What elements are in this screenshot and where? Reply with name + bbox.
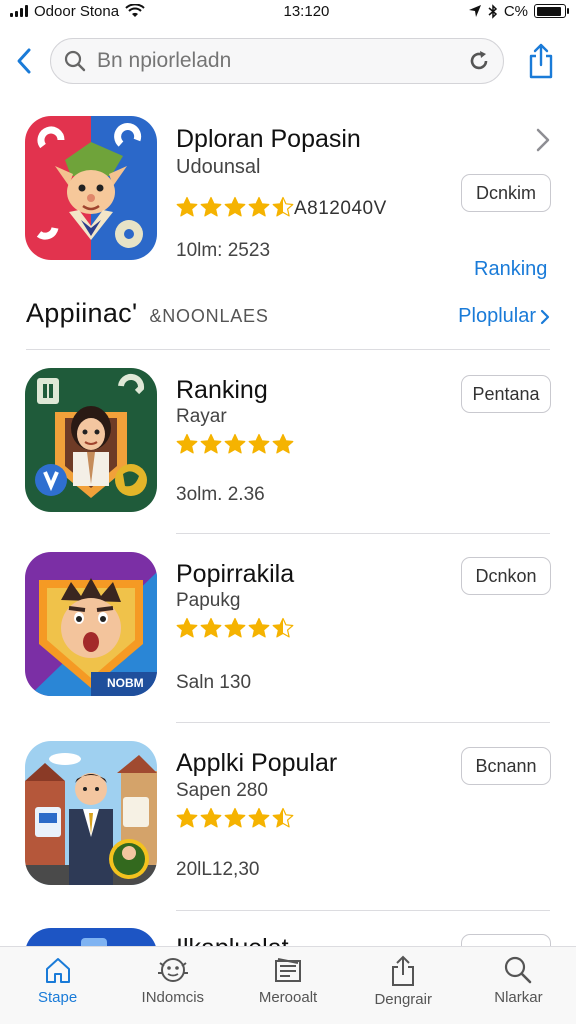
star-icon — [200, 807, 222, 828]
wifi-icon — [125, 4, 145, 17]
tab-home[interactable]: Stape — [0, 947, 115, 1024]
share-icon — [529, 43, 553, 79]
app-subtitle: Sapen 280 — [176, 780, 268, 801]
star-icon — [248, 807, 270, 828]
surprised-character-icon — [25, 552, 157, 696]
elf-character-icon — [25, 116, 157, 260]
battery-icon — [534, 4, 569, 18]
row-divider — [176, 533, 550, 534]
popular-link[interactable]: Ploplular — [458, 305, 550, 328]
star-icon — [272, 617, 294, 638]
row-divider — [176, 722, 550, 723]
star-icon — [224, 433, 246, 454]
games-icon — [157, 958, 188, 982]
tab-search[interactable]: Nlarkar — [461, 947, 576, 1024]
battery-text: C% — [503, 2, 528, 20]
location-icon — [468, 5, 481, 17]
app-subtitle: Papukg — [176, 590, 241, 611]
star-icon — [200, 433, 222, 454]
app-icon-applki-popular[interactable] — [25, 741, 157, 885]
app-subtitle: Rayar — [176, 406, 227, 427]
app-rating-stars — [176, 807, 294, 829]
share-button[interactable] — [526, 41, 556, 81]
section-title: Appiinac' — [26, 298, 138, 328]
featured-rating-text: A812040V — [294, 198, 387, 219]
nav-bar — [0, 36, 576, 86]
app-meta: 3olm. 2.36 — [176, 484, 265, 505]
refresh-icon[interactable] — [467, 49, 491, 73]
carrier-name: Odoor Stona — [34, 2, 120, 20]
home-icon — [45, 958, 70, 983]
tab-updates[interactable]: Dengrair — [346, 947, 461, 1024]
chevron-right-icon — [540, 309, 550, 324]
tab-label: Dengrair — [374, 991, 432, 1008]
star-icon — [272, 433, 294, 454]
updates-icon — [392, 955, 415, 986]
battery-level — [536, 6, 561, 16]
search-box[interactable] — [50, 38, 504, 84]
star-icon — [176, 617, 198, 638]
status-time: 13:120 — [283, 2, 330, 20]
star-icon — [200, 617, 222, 638]
woman-character-icon — [25, 368, 157, 512]
app-rating-stars — [176, 617, 294, 639]
tab-label: Merooalt — [258, 989, 318, 1006]
section-badge: &NOONLAES — [149, 306, 269, 326]
section-divider — [26, 349, 550, 350]
row-divider — [176, 910, 550, 911]
status-left: Odoor Stona — [10, 3, 145, 20]
featured-app-icon[interactable] — [25, 116, 157, 260]
tab-label: INdomcis — [141, 989, 205, 1006]
star-icon — [224, 807, 246, 828]
featured-chevron-right-icon[interactable] — [536, 128, 550, 157]
search-input[interactable] — [97, 49, 467, 73]
tab-label: Nlarkar — [494, 989, 543, 1006]
star-icon — [176, 807, 198, 828]
star-icon — [224, 617, 246, 638]
apps-icon — [275, 958, 301, 982]
back-button[interactable] — [12, 41, 36, 81]
star-icon — [248, 433, 270, 454]
bluetooth-icon — [488, 3, 497, 19]
app-get-button[interactable]: Dcnkon — [461, 557, 551, 595]
star-icon — [176, 433, 198, 454]
app-icon-badge: NOBM — [107, 676, 144, 690]
star-icon — [200, 196, 222, 217]
app-title[interactable]: Ranking — [176, 376, 268, 405]
star-icon — [248, 196, 270, 217]
search-icon — [64, 50, 86, 72]
ranking-link[interactable]: Ranking — [474, 258, 547, 281]
app-get-button[interactable]: Bcnann — [461, 747, 551, 785]
tab-label: Stape — [38, 989, 78, 1006]
featured-rating-stars — [176, 196, 294, 218]
tab-apps[interactable]: Merooalt — [230, 947, 345, 1024]
app-meta: Saln 130 — [176, 672, 252, 693]
featured-app-title[interactable]: Dploran Popasin — [176, 125, 361, 154]
search-icon — [505, 956, 532, 984]
tab-bar: Stape INdomcis Merooalt Dengrair Nlarkar — [0, 946, 576, 1024]
status-bar: Odoor Stona 13:120 C% — [0, 0, 576, 22]
section-header: Appiinac' &NOONLAES Ploplular — [26, 298, 550, 332]
app-rating-stars — [176, 433, 294, 455]
star-icon — [224, 196, 246, 217]
tab-games[interactable]: INdomcis — [115, 947, 230, 1024]
app-meta: 20lL12,30 — [176, 859, 260, 880]
app-icon-popirrakila[interactable]: NOBM — [25, 552, 157, 696]
star-icon — [248, 617, 270, 638]
chevron-left-icon — [17, 48, 31, 74]
featured-app-subtitle: Udounsal — [176, 156, 261, 178]
star-icon — [272, 807, 294, 828]
star-icon — [176, 196, 198, 217]
popular-link-label: Ploplular — [458, 305, 536, 327]
status-right: C% — [468, 2, 569, 20]
app-icon-ranking[interactable] — [25, 368, 157, 512]
app-title[interactable]: Applki Popular — [176, 749, 337, 778]
signal-icon — [10, 5, 28, 17]
featured-size-text: 10lm: 2523 — [176, 240, 271, 261]
businessman-character-icon — [25, 741, 157, 885]
app-title[interactable]: Popirrakila — [176, 560, 294, 589]
featured-get-button[interactable]: Dcnkim — [461, 174, 551, 212]
star-icon — [272, 196, 294, 217]
app-get-button[interactable]: Pentana — [461, 375, 551, 413]
